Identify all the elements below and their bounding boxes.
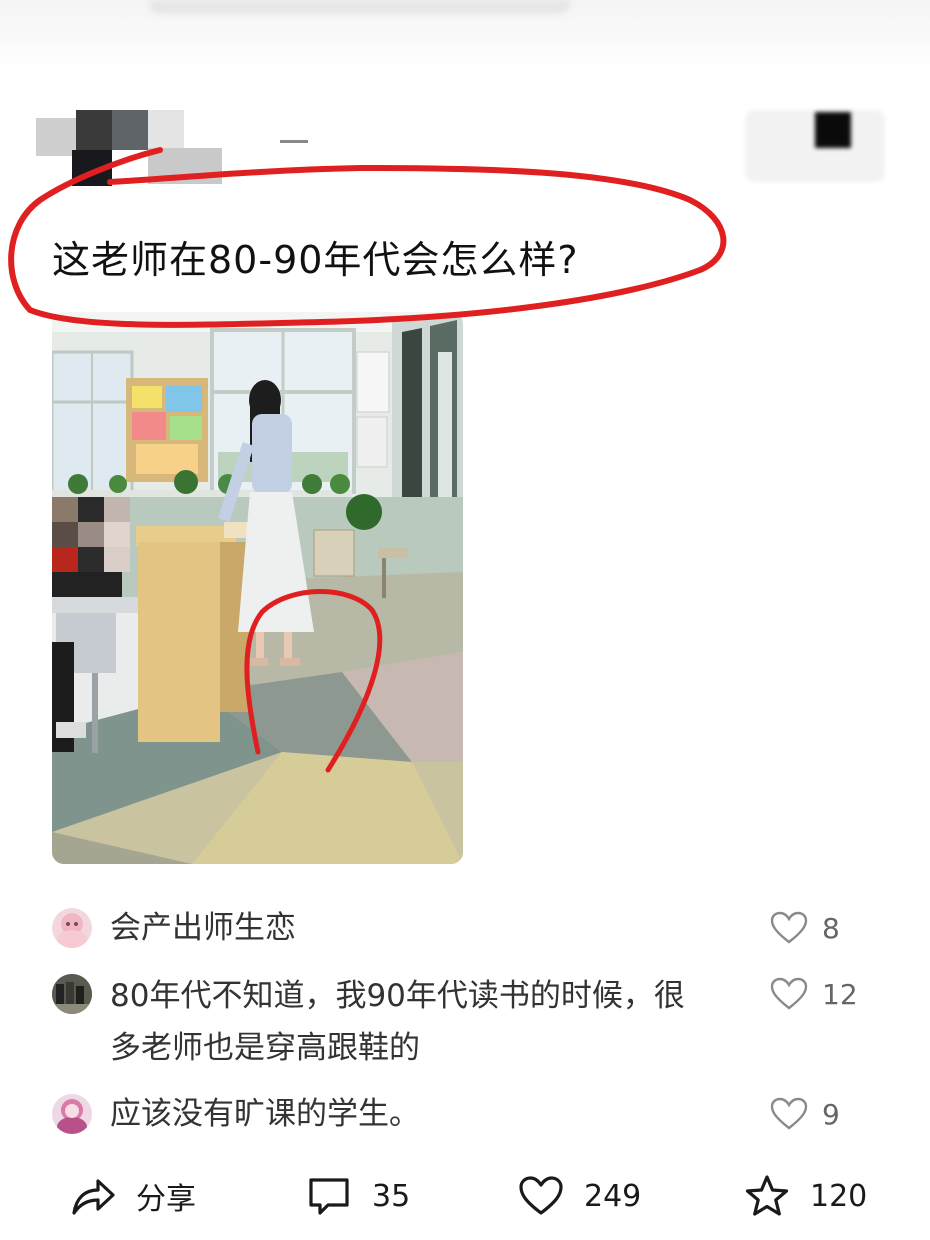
comment-like-count: 9: [822, 1097, 840, 1131]
heart-icon: [770, 1097, 808, 1130]
action-bar: 分享 35 249 120: [0, 1160, 930, 1232]
comment-text: 80年代不知道，我90年代读书的时候，很多老师也是穿高跟鞋的: [110, 978, 685, 1066]
share-label: 分享: [136, 1182, 196, 1217]
classroom-photo: [52, 312, 463, 864]
author-avatar[interactable]: [36, 110, 308, 190]
author-info-pixelated[interactable]: [36, 110, 308, 190]
search-bar-blurred: [150, 0, 570, 14]
share-button[interactable]: 分享: [70, 1160, 196, 1232]
heart-icon: [770, 977, 808, 1010]
like-count: 249: [584, 1178, 642, 1214]
commenter-avatar[interactable]: [52, 908, 92, 948]
comment-like-count: 12: [822, 977, 858, 1011]
comment-count: 35: [372, 1178, 411, 1214]
comment-text: 会产出师生恋: [110, 910, 296, 946]
post-photo[interactable]: [52, 312, 463, 864]
post-title: 这老师在80-90年代会怎么样?: [52, 238, 579, 282]
top-header-blurred: [0, 0, 930, 70]
share-icon: [72, 1179, 115, 1215]
commenter-avatar[interactable]: [52, 974, 92, 1014]
heart-icon: [770, 911, 808, 944]
comment-like-count: 8: [822, 911, 840, 945]
like-button[interactable]: 249: [518, 1160, 641, 1232]
favorite-count: 120: [810, 1178, 868, 1214]
commenter-avatar[interactable]: [52, 1094, 92, 1134]
follow-button-blurred[interactable]: [745, 110, 885, 182]
comment-like-button[interactable]: 9: [770, 1094, 880, 1134]
heart-icon: [519, 1176, 563, 1215]
comment-like-button[interactable]: 8: [770, 908, 880, 948]
comment-button[interactable]: 35: [306, 1160, 410, 1232]
comment-like-button[interactable]: 12: [770, 974, 880, 1014]
star-icon: [745, 1175, 789, 1216]
more-icon[interactable]: [815, 112, 851, 148]
comment-text: 应该没有旷课的学生。: [110, 1096, 420, 1132]
comment-icon: [309, 1178, 349, 1215]
favorite-button[interactable]: 120: [744, 1160, 867, 1232]
